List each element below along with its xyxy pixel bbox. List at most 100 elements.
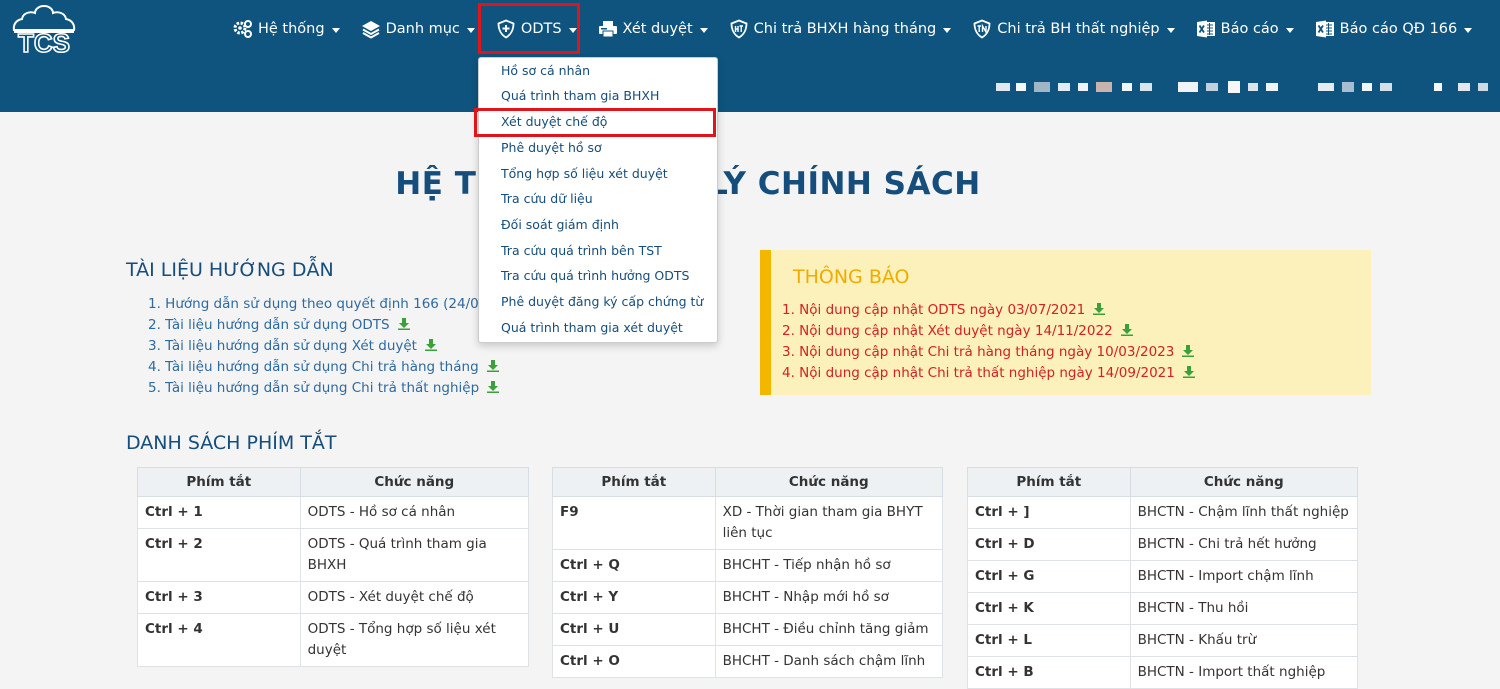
table-row: Ctrl + 2 ODTS - Quá trình tham gia BHXH <box>137 528 530 582</box>
caret-down-icon <box>1464 27 1473 33</box>
logo-text: TCS <box>18 28 70 58</box>
shortcut-key: Ctrl + D <box>967 528 1131 561</box>
dropdown-item-tra-cuu-tst[interactable]: Tra cứu quá trình bên TST <box>501 241 662 261</box>
docs-heading: TÀI LIỆU HƯỚNG DẪN <box>126 259 334 281</box>
excel-icon <box>1315 20 1334 38</box>
top-navbar: TCS Hệ thống Danh mục ODTS Xét duyệt Chi… <box>0 0 1500 112</box>
table-row: Ctrl + L BHCTN - Khấu trừ <box>967 624 1359 657</box>
layers-icon <box>361 21 380 39</box>
shortcut-function: BHCTN - Khấu trừ <box>1129 624 1359 657</box>
shortcut-key: Ctrl + B <box>967 656 1131 689</box>
download-icon[interactable] <box>486 360 499 372</box>
notice-text: 1. Nội dung cập nhật ODTS ngày 03/07/202… <box>782 302 1086 318</box>
table-row: Ctrl + Q BHCHT - Tiếp nhận hồ sơ <box>552 549 944 582</box>
download-icon[interactable] <box>424 339 437 351</box>
doc-link-text: 5. Tài liệu hướng dẫn sử dụng Chi trả th… <box>148 380 480 396</box>
notice-item-1[interactable]: 1. Nội dung cập nhật ODTS ngày 03/07/202… <box>782 300 1106 320</box>
shortcut-function: BHCTN - Import chậm lĩnh <box>1129 560 1359 593</box>
table-header-row: Phím tắt Chức năng <box>552 467 944 497</box>
dropdown-item-tra-cuu-du-lieu[interactable]: Tra cứu dữ liệu <box>501 189 593 209</box>
column-header: Chức năng <box>1129 467 1359 497</box>
caret-down-icon <box>466 27 475 33</box>
table-row: Ctrl + O BHCHT - Danh sách chậm lĩnh <box>552 645 944 678</box>
menu-xet-duyet[interactable]: Xét duyệt <box>598 14 708 44</box>
doc-link-text: 1. Hướng dẫn sử dụng theo quyết định 166… <box>148 296 488 312</box>
menu-bao-cao[interactable]: Báo cáo <box>1196 14 1294 44</box>
menu-bao-cao-qd166[interactable]: Báo cáo QĐ 166 <box>1315 14 1473 44</box>
download-icon[interactable] <box>1182 345 1195 357</box>
table-row: Ctrl + 1 ODTS - Hồ sơ cá nhân <box>137 496 530 529</box>
shortcut-function: BHCTN - Chi trả hết hưởng <box>1129 528 1359 561</box>
dropdown-item-tong-hop-so-lieu[interactable]: Tổng hợp số liệu xét duyệt <box>501 164 668 184</box>
shortcut-key: Ctrl + 1 <box>137 496 301 529</box>
notice-text: 4. Nội dung cập nhật Chi trả thất nghiệp… <box>782 365 1175 381</box>
download-icon[interactable] <box>1093 303 1106 315</box>
caret-down-icon <box>943 27 952 33</box>
menu-chi-tra-bhtn[interactable]: Chi trả BH thất nghiệp <box>972 14 1175 44</box>
main-menu: Hệ thống Danh mục ODTS Xét duyệt Chi trả… <box>233 14 1493 44</box>
shortcut-function: ODTS - Xét duyệt chế độ <box>299 581 530 614</box>
table-row: Ctrl + Y BHCHT - Nhập mới hồ sơ <box>552 581 944 614</box>
shortcut-table-1: Phím tắt Chức năng Ctrl + 1 ODTS - Hồ sơ … <box>137 467 530 667</box>
notice-item-4[interactable]: 4. Nội dung cập nhật Chi trả thất nghiệp… <box>782 363 1195 383</box>
shortcuts-heading: DANH SÁCH PHÍM TẮT <box>126 432 337 454</box>
menu-label: Báo cáo <box>1220 21 1279 37</box>
shortcut-function: BHCHT - Danh sách chậm lĩnh <box>714 645 944 678</box>
shortcut-function: BHCTN - Import thất nghiệp <box>1129 656 1359 689</box>
doc-link-text: 3. Tài liệu hướng dẫn sử dụng Xét duyệt <box>148 338 417 354</box>
shortcut-function: BHCHT - Nhập mới hồ sơ <box>714 581 944 614</box>
notice-item-2[interactable]: 2. Nội dung cập nhật Xét duyệt ngày 14/1… <box>782 321 1133 341</box>
column-header: Chức năng <box>714 467 944 497</box>
blurred-user-info <box>996 81 1488 93</box>
shortcut-function: BHCTN - Thu hồi <box>1129 592 1359 625</box>
doc-link-1[interactable]: 1. Hướng dẫn sử dụng theo quyết định 166… <box>148 294 487 314</box>
shortcut-function: BHCHT - Điều chỉnh tăng giảm <box>714 613 944 646</box>
dropdown-item-tra-cuu-odts[interactable]: Tra cứu quá trình hưởng ODTS <box>501 266 689 286</box>
doc-link-3[interactable]: 3. Tài liệu hướng dẫn sử dụng Xét duyệt <box>148 336 437 356</box>
shortcut-key: Ctrl + Y <box>552 581 716 614</box>
menu-chi-tra-bhxh[interactable]: Chi trả BHXH hàng tháng <box>729 14 952 44</box>
shortcut-function: ODTS - Hồ sơ cá nhân <box>299 496 530 529</box>
notice-panel: THÔNG BÁO 1. Nội dung cập nhật ODTS ngày… <box>760 250 1371 395</box>
dropdown-item-phe-duyet-ho-so[interactable]: Phê duyệt hồ sơ <box>501 138 602 158</box>
shortcut-key: F9 <box>552 496 716 550</box>
table-row: Ctrl + U BHCHT - Điều chỉnh tăng giảm <box>552 613 944 646</box>
dropdown-item-qua-trinh-xet-duyet[interactable]: Quá trình tham gia xét duyệt <box>501 318 683 338</box>
notice-text: 3. Nội dung cập nhật Chi trả hàng tháng … <box>782 344 1175 360</box>
menu-label: Báo cáo QĐ 166 <box>1339 21 1458 37</box>
column-header: Chức năng <box>299 467 530 497</box>
shortcut-function: BHCTN - Chậm lĩnh thất nghiệp <box>1129 496 1359 529</box>
menu-label: Danh mục <box>385 21 460 37</box>
gears-icon <box>233 20 252 38</box>
doc-link-2[interactable]: 2. Tài liệu hướng dẫn sử dụng ODTS <box>148 315 410 335</box>
menu-he-thong[interactable]: Hệ thống <box>233 14 340 44</box>
dropdown-item-ho-so-ca-nhan[interactable]: Hồ sơ cá nhân <box>501 61 590 81</box>
column-header: Phím tắt <box>137 467 301 497</box>
dropdown-item-phe-duyet-chung-tu[interactable]: Phê duyệt đăng ký cấp chứng từ <box>501 292 703 312</box>
doc-link-5[interactable]: 5. Tài liệu hướng dẫn sử dụng Chi trả th… <box>148 378 500 398</box>
download-icon[interactable] <box>1182 366 1195 378</box>
notice-text: 2. Nội dung cập nhật Xét duyệt ngày 14/1… <box>782 323 1113 339</box>
table-header-row: Phím tắt Chức năng <box>137 467 530 497</box>
shortcut-key: Ctrl + O <box>552 645 716 678</box>
menu-label: Xét duyệt <box>622 21 693 37</box>
dropdown-item-qua-trinh-tham-gia-bhxh[interactable]: Quá trình tham gia BHXH <box>501 86 659 106</box>
shield-ht-icon <box>730 19 748 39</box>
shortcut-key: Ctrl + L <box>967 624 1131 657</box>
shortcut-key: Ctrl + K <box>967 592 1131 625</box>
download-icon[interactable] <box>487 381 500 393</box>
download-icon[interactable] <box>1120 324 1133 336</box>
menu-label: Chi trả BH thất nghiệp <box>997 21 1160 37</box>
shortcut-key: Ctrl + ] <box>967 496 1131 529</box>
dropdown-item-doi-soat-giam-dinh[interactable]: Đối soát giám định <box>501 215 619 235</box>
tcs-logo[interactable]: TCS <box>8 3 80 59</box>
table-row: Ctrl + 3 ODTS - Xét duyệt chế độ <box>137 581 530 614</box>
caret-down-icon <box>1166 27 1175 33</box>
shortcut-key: Ctrl + 3 <box>137 581 301 614</box>
shortcut-key: Ctrl + G <box>967 560 1131 593</box>
notice-item-3[interactable]: 3. Nội dung cập nhật Chi trả hàng tháng … <box>782 342 1195 362</box>
download-icon[interactable] <box>397 318 410 330</box>
shortcut-table-2: Phím tắt Chức năng F9 XD - Thời gian tham… <box>552 467 944 678</box>
doc-link-4[interactable]: 4. Tài liệu hướng dẫn sử dụng Chi trả hà… <box>148 357 499 377</box>
menu-danh-muc[interactable]: Danh mục <box>361 14 475 44</box>
